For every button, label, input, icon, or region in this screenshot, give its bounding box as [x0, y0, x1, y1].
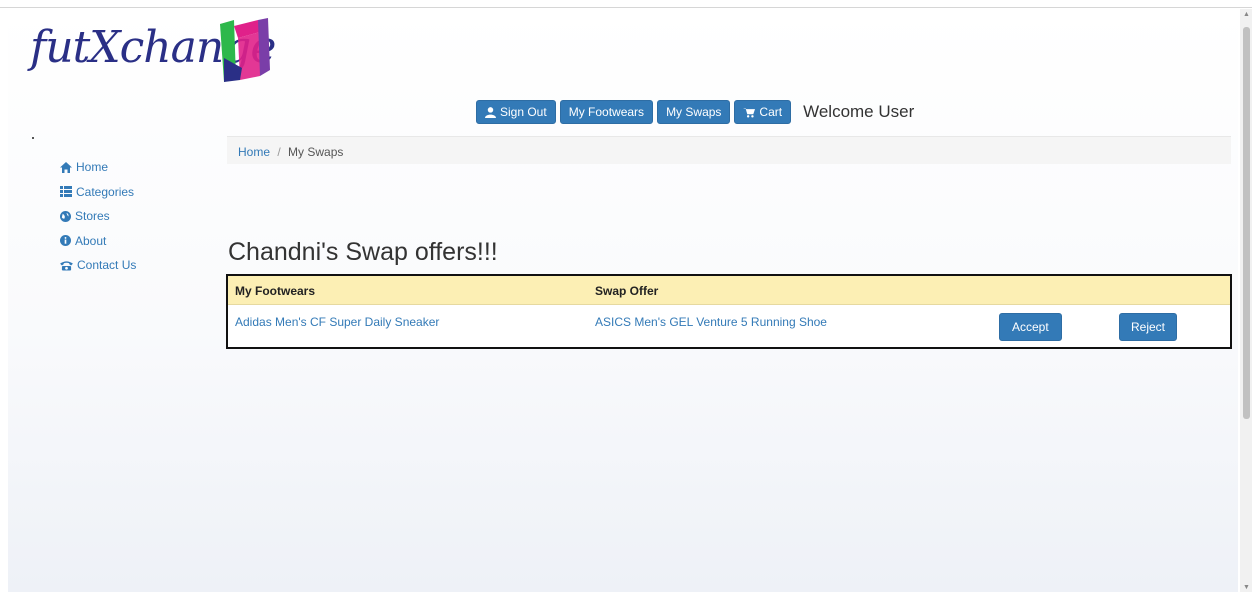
my-footwear-link[interactable]: Adidas Men's CF Super Daily Sneaker [235, 315, 439, 329]
list-icon [60, 186, 72, 198]
scroll-up-arrow-icon[interactable]: ▲ [1243, 11, 1250, 18]
stray-dot [32, 137, 34, 139]
sidebar-item-label: Categories [76, 184, 135, 199]
breadcrumb-home-link[interactable]: Home [238, 145, 270, 159]
browser-top-edge [0, 0, 1252, 8]
swap-offer-link[interactable]: ASICS Men's GEL Venture 5 Running Shoe [595, 315, 827, 329]
page-title: Chandni's Swap offers!!! [228, 238, 498, 266]
column-header-swap-offer: Swap Offer [595, 284, 659, 298]
cart-label: Cart [759, 105, 783, 119]
table-header-row: My Footwears Swap Offer [228, 276, 1230, 305]
sidebar-item-home[interactable]: Home [60, 155, 136, 180]
sidebar-nav: Home Categories Stores About Contact Us [60, 155, 136, 278]
phone-icon [60, 261, 73, 271]
info-icon [60, 235, 71, 247]
logo-shoe-mark-icon [220, 18, 270, 82]
sidebar-item-about[interactable]: About [60, 229, 136, 254]
sign-out-label: Sign Out [500, 105, 547, 119]
home-icon [60, 161, 72, 173]
sidebar-item-label: About [75, 233, 107, 248]
column-header-my-footwears: My Footwears [235, 284, 316, 298]
breadcrumb-separator: / [277, 145, 281, 159]
breadcrumb: Home / My Swaps [227, 136, 1231, 164]
user-icon [485, 106, 496, 118]
swap-offers-table: My Footwears Swap Offer Adidas Men's CF … [226, 274, 1232, 349]
sidebar-item-stores[interactable]: Stores [60, 204, 136, 229]
sidebar-item-label: Stores [75, 209, 110, 224]
cart-button[interactable]: Cart [734, 100, 792, 124]
accept-button[interactable]: Accept [999, 313, 1062, 341]
globe-icon [60, 210, 71, 222]
sidebar-item-label: Contact Us [77, 258, 137, 273]
reject-label: Reject [1131, 320, 1166, 334]
welcome-message: Welcome User [803, 102, 915, 121]
top-navigation: Sign Out My Footwears My Swaps Cart Welc… [476, 100, 914, 124]
table-row: Adidas Men's CF Super Daily Sneaker ASIC… [228, 305, 1230, 347]
sidebar-item-categories[interactable]: Categories [60, 180, 136, 205]
my-footwears-button[interactable]: My Footwears [559, 100, 654, 124]
sidebar-item-contact-us[interactable]: Contact Us [60, 253, 136, 278]
vertical-scrollbar[interactable]: ▲ ▼ [1240, 9, 1252, 592]
accept-label: Accept [1012, 320, 1049, 334]
scrollbar-thumb[interactable] [1243, 27, 1250, 419]
cart-icon [743, 107, 756, 118]
scroll-down-arrow-icon[interactable]: ▼ [1243, 584, 1250, 591]
sign-out-button[interactable]: Sign Out [476, 100, 556, 124]
my-footwears-label: My Footwears [568, 105, 645, 119]
breadcrumb-current: My Swaps [288, 145, 344, 159]
my-swaps-button[interactable]: My Swaps [657, 100, 731, 124]
site-logo[interactable]: futXchange [26, 10, 276, 100]
sidebar-item-label: Home [76, 160, 109, 175]
reject-button[interactable]: Reject [1119, 313, 1178, 341]
my-swaps-label: My Swaps [666, 105, 722, 119]
